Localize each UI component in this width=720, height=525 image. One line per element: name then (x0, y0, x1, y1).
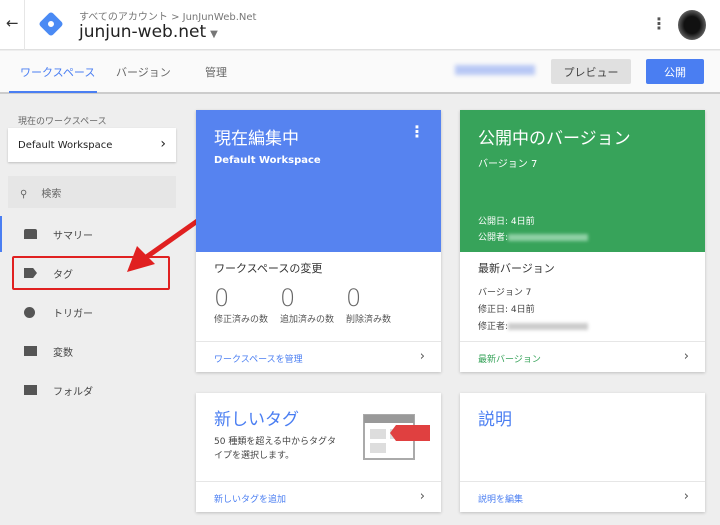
chevron-right-icon: › (683, 349, 689, 364)
published-by: 公開者: (478, 230, 589, 246)
chevron-right-icon: › (419, 489, 425, 504)
latest-version-link[interactable]: 最新バージョン › (460, 341, 705, 372)
variable-icon (24, 346, 37, 356)
chevron-right-icon: › (419, 349, 425, 364)
publish-button[interactable]: 公開 (646, 59, 704, 84)
sidebar-item-label: サマリー (53, 230, 93, 242)
stat-deleted: 0 削除済み数 (346, 284, 392, 325)
caret-down-icon: ▼ (210, 29, 218, 40)
search-icon: ⚲ (20, 189, 28, 200)
workspace-name: Default Workspace (18, 140, 113, 151)
editing-workspace: Default Workspace (214, 155, 321, 166)
description-card: 説明 説明を編集 › (460, 393, 705, 512)
folder-icon (24, 385, 37, 395)
search-placeholder: 検索 (41, 189, 62, 200)
avatar[interactable] (678, 10, 706, 40)
current-workspace-label: 現在のワークスペース (18, 117, 107, 127)
sidebar-item-label: フォルダ (53, 386, 93, 398)
published-card: 公開中のバージョン バージョン 7 公開日: 4日前 公開者: 最新バージョン … (460, 110, 705, 372)
sidebar-item-triggers[interactable]: トリガー (0, 294, 185, 330)
back-arrow-icon[interactable]: ← (6, 14, 19, 32)
breadcrumb[interactable]: すべてのアカウント > JunJunWeb.Net (79, 8, 256, 23)
gtm-logo-icon (38, 11, 64, 37)
latest-version: バージョン 7 (478, 288, 532, 298)
add-new-tag-link[interactable]: 新しいタグを追加 › (196, 481, 441, 512)
published-title: 公開中のバージョン (478, 129, 631, 149)
editing-card: 現在編集中 Default Workspace ⋮ ワークスペースの変更 0 修正… (196, 110, 441, 372)
sidebar-item-label: 変数 (53, 347, 73, 359)
modified-by: 修正者: (478, 319, 589, 336)
container-name: junjun-web.net (79, 22, 207, 42)
active-tab-indicator (9, 91, 97, 93)
tab-admin[interactable]: 管理 (205, 64, 227, 80)
stat-added: 0 追加済みの数 (280, 284, 335, 325)
published-date: 公開日: 4日前 (478, 217, 535, 227)
new-tag-description: 50 種類を超える中からタグタイプを選択します。 (214, 437, 337, 461)
tab-versions[interactable]: バージョン (116, 64, 171, 80)
sidebar-item-folders[interactable]: フォルダ (0, 372, 185, 408)
new-tag-card[interactable]: 新しいタグ 50 種類を超える中からタグタイプを選択します。 新しいタグを追加 › (196, 393, 441, 512)
edit-description-link[interactable]: 説明を編集 › (460, 481, 705, 512)
description-title: 説明 (478, 410, 512, 430)
manage-workspace-link[interactable]: ワークスペースを管理 › (196, 341, 441, 372)
tab-bar: ワークスペース バージョン 管理 プレビュー 公開 (0, 51, 720, 94)
new-tag-title: 新しいタグ (214, 410, 299, 430)
sidebar-item-label: トリガー (53, 308, 93, 320)
container-selector[interactable]: junjun-web.net ▼ (79, 22, 218, 42)
container-id-blurred (455, 65, 535, 75)
tab-workspace[interactable]: ワークスペース (20, 64, 95, 80)
modified-date: 修正日: 4日前 (478, 305, 535, 315)
sidebar-item-variables[interactable]: 変数 (0, 333, 185, 369)
trigger-icon (24, 306, 35, 318)
changes-title: ワークスペースの変更 (214, 262, 323, 275)
more-vert-icon[interactable]: ⋮ (651, 14, 667, 33)
latest-title: 最新バージョン (478, 262, 555, 275)
editing-header: 現在編集中 Default Workspace ⋮ (196, 110, 441, 252)
workspace-selector[interactable]: Default Workspace › (8, 128, 176, 162)
more-vert-icon[interactable]: ⋮ (409, 122, 425, 141)
published-version: バージョン 7 (478, 159, 538, 170)
tag-illustration-icon (363, 414, 430, 460)
chevron-right-icon: › (683, 489, 689, 504)
published-header: 公開中のバージョン バージョン 7 公開日: 4日前 公開者: (460, 110, 705, 252)
preview-button[interactable]: プレビュー (551, 59, 631, 84)
divider (24, 0, 25, 50)
editing-title: 現在編集中 (214, 129, 299, 149)
summary-icon (24, 229, 37, 239)
app-header: ← すべてのアカウント > JunJunWeb.Net junjun-web.n… (0, 0, 720, 50)
stat-modified: 0 修正済みの数 (214, 284, 269, 325)
chevron-right-icon: › (160, 136, 166, 152)
